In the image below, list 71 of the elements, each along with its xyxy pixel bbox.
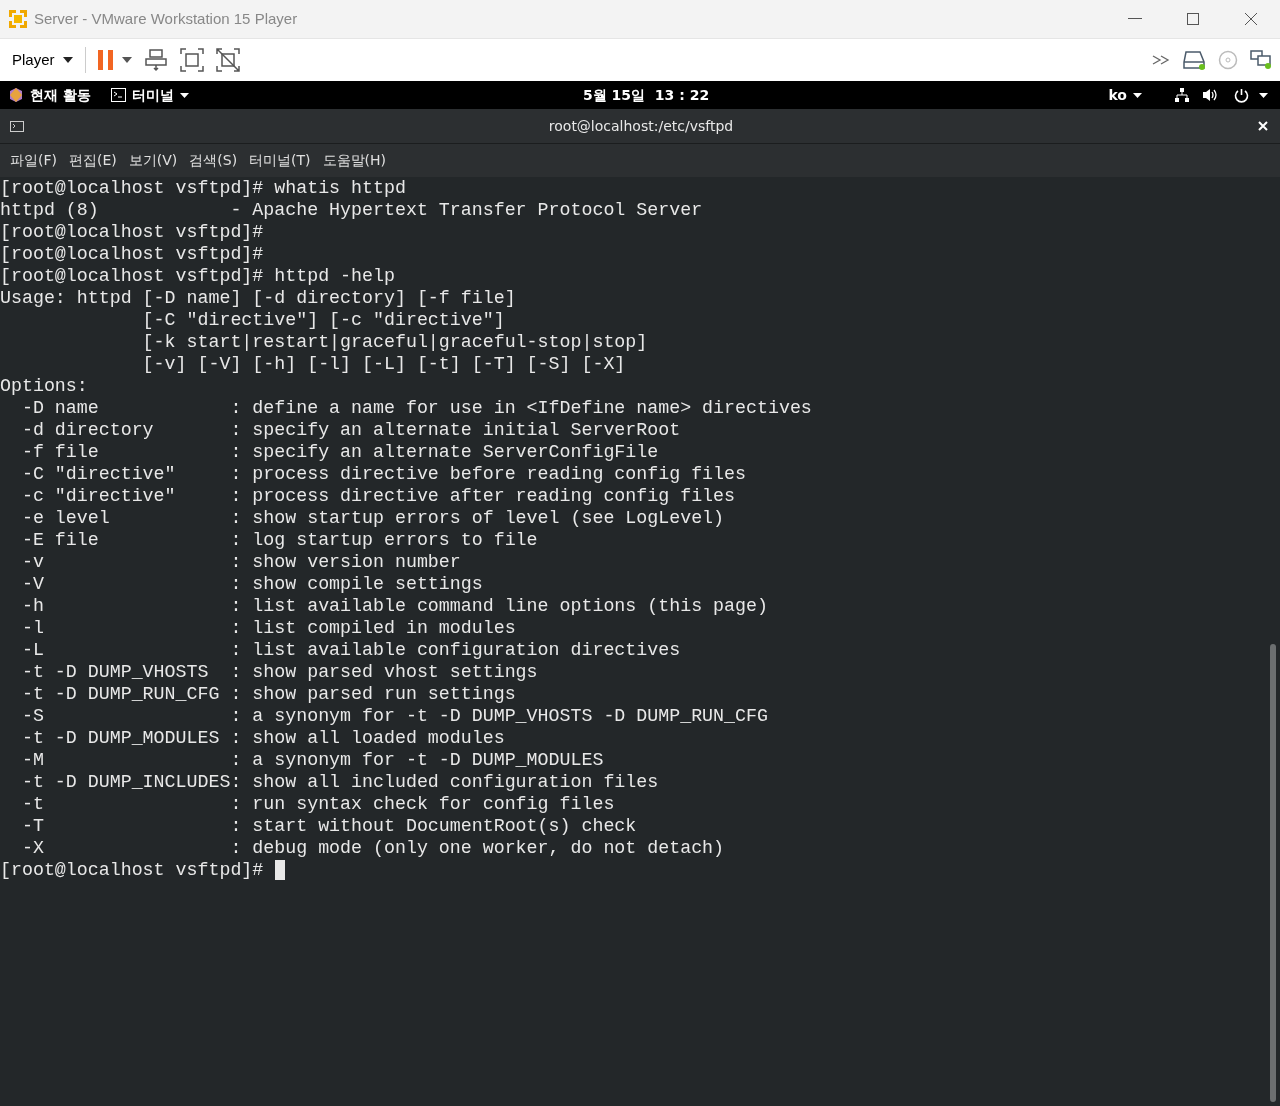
app-menu-label: 터미널 (131, 85, 174, 105)
terminal-line: -V : show compile settings (20, 573, 483, 595)
power-icon[interactable] (1234, 87, 1249, 103)
input-method-menu[interactable]: ko (1108, 84, 1142, 106)
terminal-line: -t -D DUMP_MODULES : show all loaded modules (20, 727, 505, 749)
app-logo-icon (8, 9, 28, 29)
app-menu[interactable]: 터미널 (110, 84, 189, 106)
caret-icon[interactable] (121, 57, 132, 63)
terminal-icon (10, 120, 24, 132)
menu-item[interactable]: 보기(V) (122, 150, 184, 171)
terminal-line: -D name : define a name for use in <IfDefine name> directives (20, 397, 812, 419)
terminal-line: -M : a synonym for -t -D DUMP_MODULES (20, 749, 604, 771)
terminal-line: -d directory : specify an alternate initial ServerRoot (20, 419, 681, 441)
terminal-line: [-C "directive"] [-c "directive"] (141, 309, 505, 331)
terminal-line: -X : debug mode (only one worker, do not detach) (20, 837, 725, 859)
terminal-title: root@localhost:/etc/vsftpd (548, 116, 734, 136)
terminal-line: [-v] [-V] [-h] [-l] [-L] [-t] [-T] [-S] [-X] (141, 353, 626, 375)
terminal-line: -T : start without DocumentRoot(s) check (20, 815, 637, 837)
terminal-line: [-k start|restart|graceful|graceful-stop|stop] (141, 331, 648, 353)
terminal-line: [root@localhost vsftpd]# whatis httpd (0, 177, 406, 199)
terminal-line: -t -D DUMP_INCLUDES: show all included configuration files (20, 771, 659, 793)
caret-icon (1133, 92, 1142, 98)
volume-icon[interactable] (1202, 88, 1218, 102)
activities-button[interactable]: 현재 활동 (30, 84, 91, 106)
menu-item[interactable]: 검색(S) (183, 150, 244, 171)
caret-icon (62, 57, 73, 63)
pause-button[interactable] (97, 50, 132, 70)
player-menu[interactable]: Player (12, 48, 73, 72)
network-icon[interactable] (1174, 87, 1190, 103)
send-keys-icon[interactable] (143, 48, 168, 72)
terminal-line: -E file : log startup errors to file (20, 529, 538, 551)
terminal-line: -l : list compiled in modules (20, 617, 516, 639)
hard-disk-icon[interactable] (1182, 50, 1206, 70)
terminal-line: [root@localhost vsftpd]# (0, 243, 264, 265)
terminal-line: Usage: httpd [-D name] [-d directory] [-f file] (0, 287, 516, 309)
fullscreen-icon[interactable] (179, 48, 204, 72)
scrollbar[interactable] (1270, 644, 1276, 1102)
network-adapter-icon[interactable] (1250, 50, 1272, 70)
activities-logo-icon (8, 87, 24, 103)
chevron-right-icon[interactable] (1152, 55, 1170, 65)
menu-item[interactable]: 파일(F) (4, 150, 63, 171)
terminal-line: -f file : specify an alternate ServerConfigFile (20, 441, 659, 463)
terminal-line: -c "directive" : process directive after reading config files (20, 485, 736, 507)
terminal-line: -h : list available command line options (this page) (20, 595, 768, 617)
terminal-line: -t : run syntax check for config files (20, 793, 615, 815)
menu-item[interactable]: 터미널(T) (243, 150, 317, 171)
menu-item[interactable]: 편집(E) (63, 150, 123, 171)
terminal-line: httpd (8) - Apache Hypertext Transfer Protocol Server (0, 199, 703, 221)
terminal-line: -C "directive" : process directive before reading config files (20, 463, 746, 485)
terminal-line: [root@localhost vsftpd]# httpd -help (0, 265, 395, 287)
terminal-line: [root@localhost vsftpd]# (0, 221, 264, 243)
unity-mode-icon[interactable] (215, 48, 240, 72)
text-cursor (275, 860, 286, 880)
menu-item[interactable]: 도움말(H) (316, 150, 393, 171)
caret-icon[interactable] (1259, 92, 1268, 98)
close-button[interactable] (1258, 120, 1270, 132)
window-title: Server - VMware Workstation 15 Player (34, 8, 298, 29)
terminal-icon (110, 88, 126, 102)
terminal-line: -t -D DUMP_RUN_CFG : show parsed run settings (20, 683, 516, 705)
terminal-line: Options: (0, 375, 88, 397)
caret-icon (179, 92, 189, 98)
terminal-line: -L : list available configuration directives (20, 639, 681, 661)
terminal-line: -v : show version number (20, 551, 461, 573)
terminal-line: -t -D DUMP_VHOSTS : show parsed vhost settings (20, 661, 538, 683)
minimize-icon (1128, 18, 1142, 20)
close-icon (1244, 12, 1258, 26)
clock[interactable]: 5월 15일 13 : 22 (583, 84, 710, 106)
terminal-line: [root@localhost vsftpd]# (0, 859, 264, 881)
maximize-icon (1187, 13, 1199, 25)
terminal-line: -S : a synonym for -t -D DUMP_VHOSTS -D DUMP_RUN_CFG (20, 705, 768, 727)
terminal-line: -e level : show startup errors of level (see LogLevel) (20, 507, 725, 529)
